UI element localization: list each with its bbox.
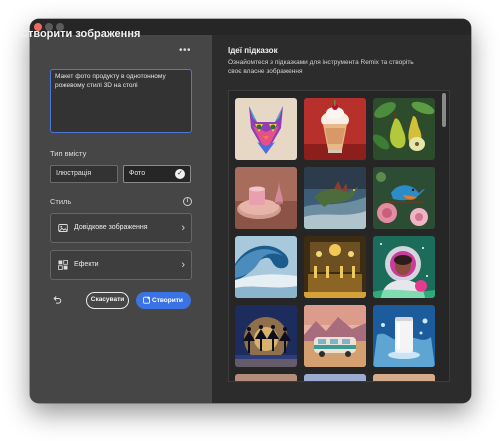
more-options-icon[interactable]: ••• — [179, 45, 191, 57]
thumbnail-partial-2[interactable] — [304, 374, 366, 381]
thumbnail-bird[interactable] — [373, 167, 435, 229]
image-icon — [58, 224, 68, 232]
prompt-input[interactable]: Макет фото продукту в однотонному рожево… — [50, 69, 192, 133]
scrollbar-thumb[interactable] — [442, 93, 446, 127]
style-label: Стиль — [50, 197, 72, 206]
thumbnail-can-splash[interactable] — [373, 305, 435, 367]
thumbnail-pears[interactable] — [373, 98, 435, 160]
create-button[interactable]: Створити — [136, 292, 191, 309]
thumbnail-cat[interactable] — [235, 98, 297, 160]
thumbnail-partial-3[interactable] — [373, 374, 435, 381]
ideas-title: Ідеї підказок — [228, 46, 278, 55]
ideas-gallery — [228, 90, 450, 382]
content-type-label: Тип вмісту — [50, 149, 87, 158]
reference-image-card[interactable]: Довідкове зображення › — [50, 213, 192, 243]
thumbnail-partial-1[interactable] — [235, 374, 297, 381]
thumbnail-dinosaur[interactable] — [304, 167, 366, 229]
thumbnail-camper-van[interactable] — [304, 305, 366, 367]
create-sparkle-icon — [143, 296, 151, 304]
thumbnail-astronaut[interactable] — [373, 236, 435, 298]
content-type-illustration[interactable]: Ілюстрація — [50, 165, 118, 183]
thumbnail-ocean-wave[interactable] — [235, 236, 297, 298]
content-type-photo[interactable]: Фото ✓ — [123, 165, 191, 183]
create-button-label: Створити — [152, 297, 183, 304]
thumbnail-pink-mockup[interactable] — [235, 167, 297, 229]
thumbnail-milkshake[interactable] — [304, 98, 366, 160]
panel-title: Створити зображення — [20, 28, 141, 40]
checkmark-icon: ✓ — [175, 169, 185, 179]
info-icon[interactable]: i — [183, 197, 192, 206]
ideas-description: Ознайомтеся з підказками для інструмента… — [228, 59, 414, 75]
content-type-photo-label: Фото — [129, 170, 146, 177]
content-type-illustration-label: Ілюстрація — [56, 170, 92, 177]
effects-label: Ефекти — [74, 261, 99, 268]
effects-grid-icon — [58, 260, 68, 270]
chevron-right-icon: › — [181, 222, 185, 234]
chevron-right-icon: › — [181, 259, 185, 271]
cancel-button[interactable]: Скасувати — [86, 292, 129, 309]
thumbnail-luxury-interior[interactable] — [304, 236, 366, 298]
thumbnail-dancers[interactable] — [235, 305, 297, 367]
gallery-scrollbar[interactable] — [442, 93, 446, 380]
effects-card[interactable]: Ефекти › — [50, 250, 192, 280]
reference-image-label: Довідкове зображення — [74, 224, 148, 231]
undo-icon[interactable] — [52, 295, 62, 305]
